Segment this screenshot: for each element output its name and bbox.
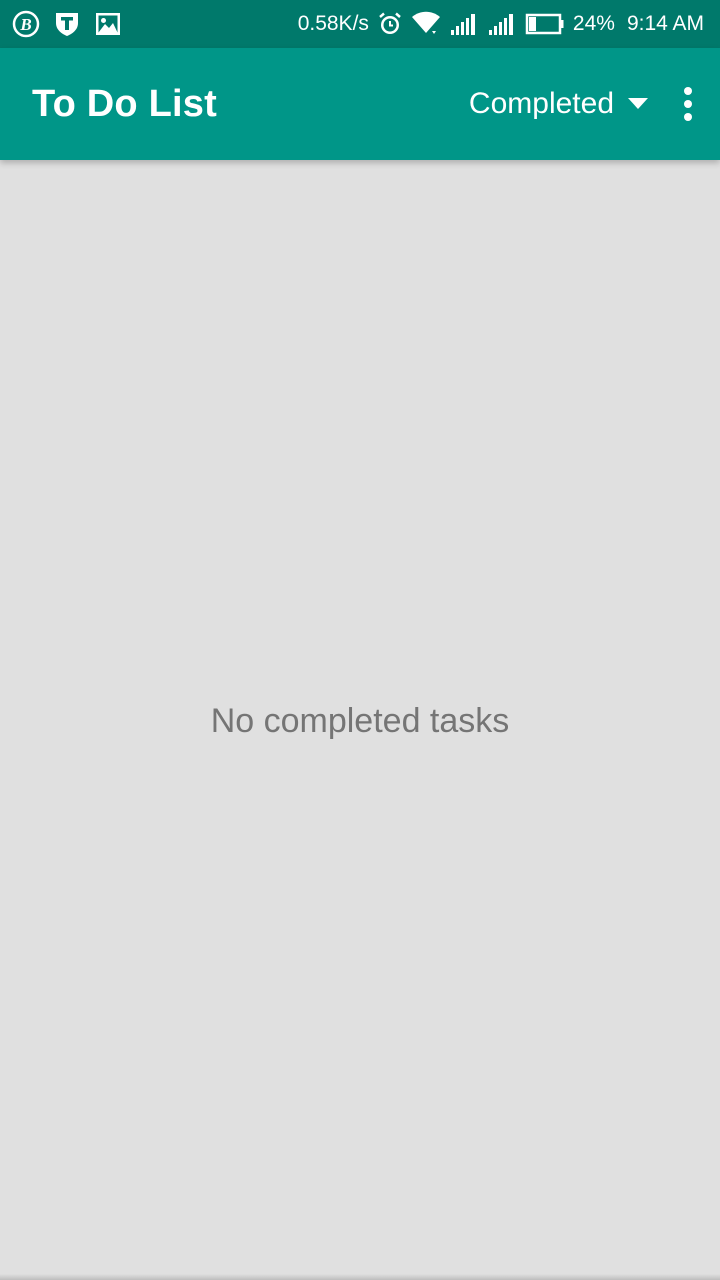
signal-icon xyxy=(487,12,517,36)
task-list-area: No completed tasks xyxy=(0,160,720,1274)
signal-icon xyxy=(449,12,479,36)
svg-text:B: B xyxy=(19,15,31,34)
more-vert-icon xyxy=(683,86,693,122)
empty-state-message: No completed tasks xyxy=(210,701,510,740)
filter-dropdown[interactable]: Completed xyxy=(469,87,648,121)
page-title: To Do List xyxy=(32,82,217,125)
image-icon xyxy=(94,11,122,37)
alarm-icon xyxy=(377,11,403,37)
status-left-icons: B xyxy=(12,10,122,38)
clock: 9:14 AM xyxy=(626,12,704,35)
status-right: 0.58K/s 24% 9:14 AM xyxy=(298,11,704,37)
filter-selected-label: Completed xyxy=(468,87,614,120)
b-badge-icon: B xyxy=(12,10,40,38)
status-bar: B 0.58K/s 24% 9:14 AM xyxy=(0,0,720,48)
battery-percent: 24% xyxy=(572,12,615,35)
wifi-icon xyxy=(411,11,441,37)
screen: B 0.58K/s 24% 9:14 AM To Do List Complet… xyxy=(0,0,720,1280)
network-speed: 0.58K/s xyxy=(297,12,369,35)
shield-icon xyxy=(54,10,80,38)
overflow-menu-button[interactable] xyxy=(676,80,700,128)
battery-icon xyxy=(525,12,565,36)
bottom-edge-divider xyxy=(0,1274,720,1280)
app-bar: To Do List Completed xyxy=(0,48,720,160)
dropdown-arrow-icon xyxy=(628,98,648,110)
